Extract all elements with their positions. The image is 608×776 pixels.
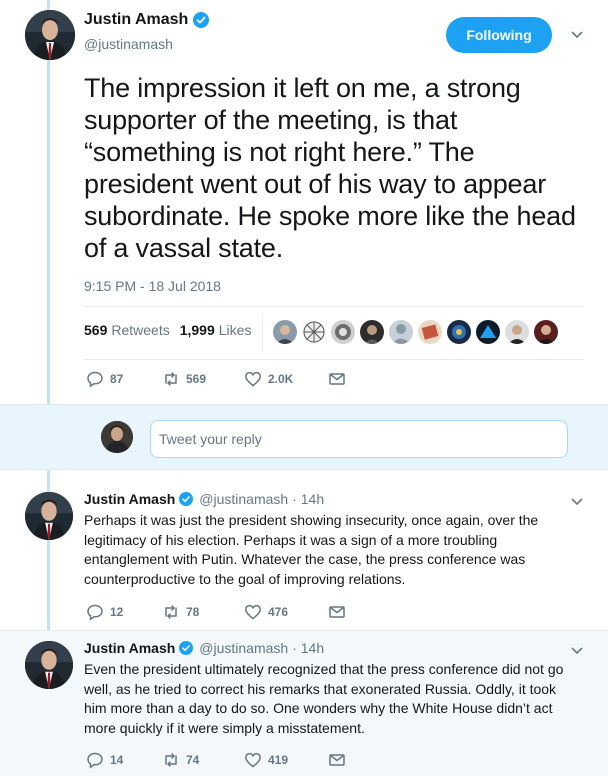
tweet-actions: 87 569 2.0K	[86, 370, 346, 388]
liker-avatar[interactable]	[476, 320, 500, 344]
likes-label[interactable]: Likes	[219, 322, 252, 338]
liker-avatar[interactable]	[534, 320, 558, 344]
divider	[84, 359, 584, 360]
display-name[interactable]: Justin Amash	[84, 11, 188, 29]
chevron-down-icon[interactable]	[570, 30, 584, 40]
verified-icon	[193, 12, 210, 28]
mail-icon	[329, 754, 345, 766]
likes-count[interactable]: 1,999	[180, 322, 215, 338]
reply-icon	[87, 371, 103, 388]
avatar[interactable]	[25, 492, 73, 540]
retweet-button[interactable]: 569	[162, 370, 244, 388]
like-count: 2.0K	[268, 372, 294, 386]
like-count: 419	[268, 753, 289, 767]
display-name[interactable]: Justin Amash	[84, 491, 175, 507]
like-button[interactable]: 2.0K	[244, 370, 328, 388]
liker-avatar[interactable]	[505, 320, 529, 344]
tweet-actions: 12 78 476	[86, 603, 346, 621]
liker-avatars	[273, 320, 563, 344]
retweet-count: 569	[186, 372, 207, 386]
tweet-header: Justin Amash @justinamash · 14h	[84, 640, 324, 656]
avatar[interactable]	[25, 641, 73, 689]
liker-avatar[interactable]	[360, 320, 384, 344]
heart-icon	[245, 752, 261, 768]
verified-icon	[179, 492, 194, 506]
tweet-text: The impression it left on me, a strong s…	[84, 73, 576, 263]
liker-avatar[interactable]	[302, 320, 326, 344]
tweet-text: Even the president ultimately recognized…	[84, 661, 564, 736]
liker-avatar[interactable]	[447, 320, 471, 344]
reply-count: 12	[110, 605, 124, 619]
tweet-time[interactable]: · 14h	[292, 491, 324, 507]
display-name[interactable]: Justin Amash	[84, 640, 175, 656]
mail-icon	[329, 606, 345, 618]
direct-message-button[interactable]	[328, 751, 346, 769]
retweet-button[interactable]: 78	[162, 603, 244, 621]
chevron-down-icon[interactable]	[570, 497, 584, 507]
direct-message-button[interactable]	[328, 603, 346, 621]
reply-input[interactable]: Tweet your reply	[150, 420, 568, 458]
retweets-count[interactable]: 569	[84, 322, 107, 338]
handle[interactable]: @justinamash	[84, 36, 173, 52]
retweets-label[interactable]: Retweets	[111, 322, 169, 338]
handle[interactable]: @justinamash	[199, 640, 288, 656]
retweet-count: 78	[186, 605, 200, 619]
reply-icon	[87, 604, 103, 621]
handle[interactable]: @justinamash	[199, 491, 288, 507]
reply-icon	[87, 752, 103, 769]
tweet-actions: 14 74 419	[86, 751, 346, 769]
like-count: 476	[268, 605, 289, 619]
like-button[interactable]: 476	[244, 603, 328, 621]
retweet-count: 74	[186, 753, 200, 767]
following-button[interactable]: Following	[446, 17, 552, 53]
heart-icon	[245, 371, 261, 387]
retweet-icon	[165, 753, 177, 767]
reply-count: 14	[110, 753, 124, 767]
liker-avatar[interactable]	[331, 320, 355, 344]
divider	[84, 306, 584, 307]
reply-button[interactable]: 87	[86, 370, 162, 388]
liker-avatar[interactable]	[389, 320, 413, 344]
direct-message-button[interactable]	[328, 370, 346, 388]
retweet-icon	[165, 372, 177, 386]
liker-avatar[interactable]	[418, 320, 442, 344]
like-button[interactable]: 419	[244, 751, 328, 769]
reply-button[interactable]: 12	[86, 603, 162, 621]
reply-button[interactable]: 14	[86, 751, 162, 769]
tweet-time[interactable]: · 14h	[292, 640, 324, 656]
avatar[interactable]	[25, 10, 75, 60]
liker-avatar[interactable]	[273, 320, 297, 344]
stats-separator	[262, 314, 263, 352]
chevron-down-icon[interactable]	[570, 646, 584, 656]
retweet-button[interactable]: 74	[162, 751, 244, 769]
mail-icon	[329, 373, 345, 385]
timestamp[interactable]: 9:15 PM - 18 Jul 2018	[84, 278, 221, 294]
verified-icon	[179, 641, 194, 655]
avatar	[101, 421, 133, 453]
tweet-header: Justin Amash @justinamash · 14h	[84, 491, 324, 507]
reply-count: 87	[110, 372, 124, 386]
heart-icon	[245, 604, 261, 620]
tweet-stats: 569 Retweets 1,999 Likes	[84, 322, 261, 338]
retweet-icon	[165, 605, 177, 619]
tweet-text: Perhaps it was just the president showin…	[84, 512, 539, 587]
